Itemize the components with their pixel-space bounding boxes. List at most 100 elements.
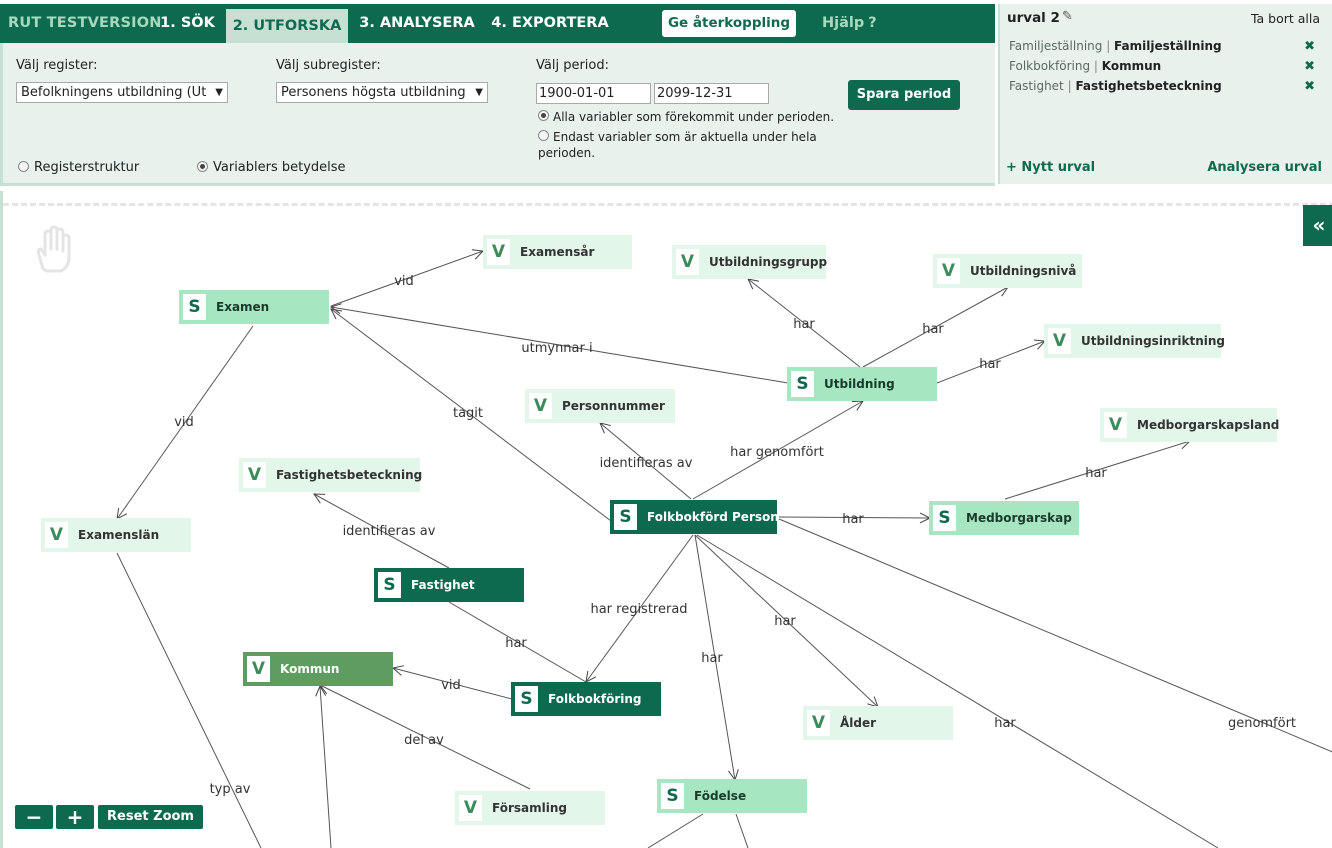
- radio-variable-meaning[interactable]: [197, 161, 208, 172]
- node-label: Fastighet: [411, 578, 475, 592]
- edge-label-utmynnar: utmynnar i: [521, 341, 592, 356]
- node-label: Utbildning: [824, 377, 895, 391]
- urval-item-category: Familjeställning: [1009, 39, 1103, 53]
- edge-fodelse-down: [735, 813, 749, 848]
- radio-variable-meaning-label: Variablers betydelse: [213, 160, 346, 175]
- edge-label-vid: vid: [441, 678, 461, 693]
- remove-icon[interactable]: ✖: [1304, 39, 1315, 54]
- node-badge: V: [1104, 412, 1127, 438]
- subregister-select-value: Personens högsta utbildning: [281, 85, 466, 100]
- help-icon: ?: [868, 15, 877, 31]
- node-examen[interactable]: S Examen: [179, 290, 329, 324]
- node-label: Kommun: [280, 662, 340, 676]
- node-fastighet[interactable]: S Fastighet: [374, 568, 524, 602]
- node-badge: V: [45, 522, 68, 548]
- tab-analysera[interactable]: 3. ANALYSERA: [358, 4, 476, 43]
- node-label: Folkbokföring: [548, 692, 642, 706]
- node-badge: S: [378, 572, 401, 598]
- tab-utforska[interactable]: 2. UTFORSKA: [226, 9, 348, 43]
- app: RUT TESTVERSION 1. SÖK 2. UTFORSKA 3. AN…: [0, 0, 1332, 848]
- edge-label-genomfort: genomfört: [1228, 716, 1296, 731]
- urval-item-value: Familjeställning: [1114, 39, 1222, 53]
- node-fastighetsbeteckning[interactable]: V Fastighetsbeteckning: [239, 458, 423, 492]
- remove-all-button[interactable]: Ta bort alla: [1251, 11, 1320, 26]
- edge-label-har: har: [922, 322, 944, 337]
- urval-item: Folkbokföring | Kommun: [1009, 59, 1162, 73]
- new-urval-label: Nytt urval: [1021, 160, 1096, 175]
- node-personnummer[interactable]: V Personnummer: [525, 389, 675, 423]
- node-medborgarskapsland[interactable]: V Medborgarskapsland: [1100, 408, 1280, 442]
- edge-fodelse-left: [647, 813, 704, 848]
- tab-exportera[interactable]: 4. EXPORTERA: [490, 4, 610, 43]
- node-fodelse[interactable]: S Födelse: [657, 779, 807, 813]
- node-utbildningsniva[interactable]: V Utbildningsnivå: [933, 254, 1082, 288]
- urval-item: Familjeställning | Familjeställning: [1009, 39, 1222, 53]
- radio-register-structure[interactable]: [18, 161, 29, 172]
- edge-label-har: har: [979, 357, 1001, 372]
- pan-hand-icon[interactable]: [29, 225, 79, 275]
- node-badge: S: [614, 504, 637, 530]
- remove-icon[interactable]: ✖: [1304, 79, 1315, 94]
- reset-zoom-button[interactable]: Reset Zoom: [98, 805, 203, 829]
- pencil-icon[interactable]: ✎: [1062, 9, 1073, 24]
- edge-label-har: har: [701, 651, 723, 666]
- feedback-button[interactable]: Ge återkoppling: [662, 10, 796, 37]
- analyze-urval-button[interactable]: Analysera urval: [1207, 160, 1322, 175]
- node-badge: S: [661, 783, 684, 809]
- collapse-panel-button[interactable]: «: [1303, 205, 1332, 246]
- node-badge: S: [791, 371, 814, 397]
- edge-label-typ-av: typ av: [210, 782, 251, 797]
- node-label: Fastighetsbeteckning: [276, 468, 423, 482]
- subregister-select[interactable]: Personens högsta utbildning ▼: [276, 82, 488, 103]
- period-label: Välj period:: [536, 58, 609, 73]
- node-examenslan[interactable]: V Examenslän: [41, 518, 191, 552]
- edge-label-identifieras-av: identifieras av: [600, 456, 693, 471]
- node-label: Födelse: [694, 789, 747, 803]
- edge-label-har: har: [774, 614, 796, 629]
- edge-label-vid: vid: [174, 415, 194, 430]
- radio-all-variables[interactable]: [538, 110, 549, 121]
- graph-canvas[interactable]: vid utmynnar i tagit vid har har har ide…: [0, 191, 1332, 848]
- node-folkbokforing[interactable]: S Folkbokföring: [511, 682, 661, 716]
- zoom-out-button[interactable]: −: [15, 805, 53, 829]
- node-kommun[interactable]: V Kommun: [243, 652, 393, 686]
- remove-icon[interactable]: ✖: [1304, 59, 1315, 74]
- new-urval-button[interactable]: + Nytt urval: [1006, 160, 1095, 175]
- node-utbildningsinriktning[interactable]: V Utbildningsinriktning: [1044, 324, 1225, 358]
- urval-item: Fastighet | Fastighetsbeteckning: [1009, 79, 1222, 93]
- node-badge: V: [529, 393, 552, 419]
- node-forsamling[interactable]: V Församling: [455, 791, 605, 825]
- save-period-button[interactable]: Spara period: [848, 80, 960, 110]
- help-link[interactable]: Hjälp?: [822, 4, 877, 43]
- date-from-input[interactable]: 1900-01-01: [536, 83, 651, 104]
- help-label: Hjälp: [822, 15, 865, 31]
- node-utbildning[interactable]: S Utbildning: [787, 367, 937, 401]
- date-to-input[interactable]: 2099-12-31: [654, 83, 769, 104]
- zoom-in-button[interactable]: +: [56, 805, 94, 829]
- edge-label-identifieras-av: identifieras av: [343, 524, 436, 539]
- edge-label-har-registrerad: har registrerad: [590, 602, 687, 617]
- radio-all-variables-label: Alla variabler som förekommit under peri…: [553, 110, 835, 124]
- node-examensar[interactable]: V Examensår: [483, 235, 632, 269]
- radio-current-variables-label-2: perioden.: [538, 146, 596, 160]
- plus-icon: +: [1006, 160, 1022, 175]
- register-select[interactable]: Befolkningens utbildning (Ut ▼: [16, 82, 228, 103]
- urval-item-value: Kommun: [1101, 59, 1162, 73]
- urval-panel: urval 2 ✎ Ta bort alla Familjeställning …: [998, 4, 1332, 184]
- brand-label: RUT TESTVERSION: [8, 15, 162, 31]
- node-medborgarskap[interactable]: S Medborgarskap: [929, 501, 1079, 535]
- edge-label-har: har: [505, 636, 527, 651]
- node-alder[interactable]: V Ålder: [803, 706, 953, 740]
- node-badge: V: [243, 462, 266, 488]
- node-label: Folkbokförd Person: [647, 510, 779, 524]
- node-label: Utbildningsgrupp: [709, 255, 828, 269]
- node-label: Medborgarskapsland: [1137, 418, 1280, 432]
- node-utbildningsgrupp[interactable]: V Utbildningsgrupp: [672, 245, 828, 279]
- edge-label-har: har: [994, 716, 1016, 731]
- node-label: Församling: [492, 801, 567, 815]
- node-label: Examensår: [520, 245, 595, 259]
- radio-current-variables[interactable]: [538, 130, 549, 141]
- node-folkbokford-person[interactable]: S Folkbokförd Person: [610, 500, 779, 534]
- node-badge: V: [487, 239, 510, 265]
- tab-sok[interactable]: 1. SÖK: [159, 4, 216, 43]
